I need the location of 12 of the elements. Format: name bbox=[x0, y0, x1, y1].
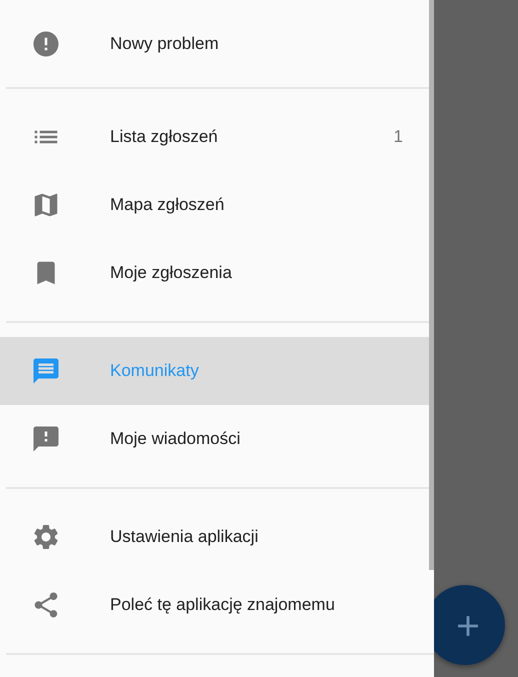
item-count: 1 bbox=[394, 127, 403, 147]
alert-icon bbox=[31, 29, 61, 59]
menu-item[interactable]: Poleć tę aplikację znajomemu bbox=[0, 571, 429, 639]
menu-item[interactable]: Mapa zgłoszeń bbox=[0, 171, 429, 239]
scrollbar[interactable] bbox=[429, 0, 434, 570]
message-icon bbox=[31, 356, 61, 386]
menu-item[interactable]: Lista zgłoszeń 1 bbox=[0, 103, 429, 171]
menu-item[interactable]: Moje wiadomości bbox=[0, 405, 429, 473]
menu-item[interactable]: Moje zgłoszenia bbox=[0, 239, 429, 307]
feedback-icon bbox=[31, 424, 61, 454]
menu-item[interactable]: Nowy problem bbox=[0, 10, 429, 78]
menu-item[interactable]: Ustawienia aplikacji bbox=[0, 503, 429, 571]
